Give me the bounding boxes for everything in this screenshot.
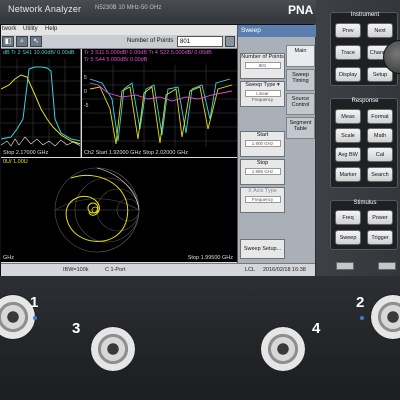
- analyzer-screen: twork Utility Help ◧ ⌕ ↖ Number of Point…: [0, 24, 316, 276]
- port-4-label: 4: [312, 320, 321, 337]
- group-title: Instrument: [350, 12, 380, 18]
- trace-footer-right: Stop 1.99500 GHz: [187, 255, 233, 261]
- cal-key[interactable]: Cal: [367, 147, 393, 162]
- port-2-led: [360, 316, 364, 320]
- port-2-label: 2: [356, 294, 365, 311]
- x-axis-type-softkey[interactable]: X Axis Type Frequency: [240, 187, 285, 213]
- trace-footer-left: GHz: [3, 255, 14, 261]
- marker-key[interactable]: Marker: [335, 167, 361, 182]
- zoom-icon[interactable]: ⌕: [16, 36, 28, 47]
- lcl-status: LCL: [245, 267, 256, 273]
- pna-logo: PNA: [288, 3, 314, 17]
- menu-item-utility[interactable]: Utility: [23, 26, 38, 32]
- group-title: Response: [351, 98, 379, 104]
- softkey-value: 801: [244, 62, 281, 69]
- prev-key[interactable]: Prev: [335, 23, 361, 38]
- tab-sweep-timing[interactable]: Sweep Timing: [286, 69, 315, 91]
- softkey-label: Sweep Type: [245, 82, 276, 88]
- meas-key[interactable]: Meas: [335, 109, 361, 124]
- port-3-label: 3: [72, 320, 81, 337]
- power-key[interactable]: Power: [367, 210, 393, 225]
- points-input[interactable]: 801: [177, 36, 223, 47]
- sweep-key[interactable]: Sweep: [335, 230, 361, 245]
- freq-key[interactable]: Freq: [335, 210, 361, 225]
- trace-footer: Stop 2.17000 GHz: [3, 150, 49, 156]
- keypad-icon[interactable]: [225, 36, 235, 47]
- port-3-connector[interactable]: [90, 326, 136, 372]
- scale-key[interactable]: Scale: [335, 128, 361, 143]
- trace-key[interactable]: Trace: [335, 45, 361, 60]
- softkey-label: Stop: [256, 160, 269, 166]
- avg-bw-key[interactable]: Avg BW: [335, 147, 361, 162]
- usb-port[interactable]: [378, 262, 396, 270]
- tab-source-control[interactable]: Source Control: [286, 93, 315, 115]
- softkey-label: Start: [256, 132, 269, 138]
- softkey-label: X Axis Type: [248, 188, 277, 194]
- status-bar: IBW=100k C 1-Port LCL 2016/02/18 16:38: [1, 263, 315, 276]
- bandwidth-status: IBW=100k: [63, 267, 89, 273]
- softkey-value: 1.995 GHz: [244, 168, 281, 175]
- menu-bar: twork Utility Help: [1, 25, 237, 35]
- number-of-points-softkey[interactable]: Number of Points 801: [240, 53, 285, 79]
- chevron-down-icon: ▾: [276, 82, 280, 88]
- svg-text:0: 0: [84, 89, 87, 95]
- port-panel: 1 3 4 2: [0, 276, 400, 400]
- display-key[interactable]: Display: [335, 67, 361, 82]
- trace-plot-1: [1, 59, 80, 147]
- svg-text:-5: -5: [84, 103, 89, 109]
- sweep-setup-softkey[interactable]: Sweep Setup...: [240, 239, 285, 259]
- toolbar-button[interactable]: ◧: [2, 36, 14, 47]
- port-4-connector[interactable]: [260, 326, 306, 372]
- trace-window-2[interactable]: Tr 3 S11 5.000dB/ 0.00dB Tr 4 S22 5.000d…: [82, 49, 237, 157]
- timestamp: 2016/02/18 16:38: [263, 267, 306, 273]
- sweep-type-softkey[interactable]: Sweep Type ▾ Linear Frequency: [240, 81, 285, 107]
- group-title: Stimulus: [353, 200, 377, 206]
- tab-segment-table[interactable]: Segment Table: [286, 117, 315, 139]
- smith-chart-window[interactable]: 0U/ 1.00U GHz Stop 1.99500 GHz: [1, 158, 237, 262]
- softkey-value: Linear Frequency: [244, 90, 281, 102]
- tab-main[interactable]: Main: [286, 45, 315, 67]
- trace-plot-2: 5 0 -5: [82, 65, 237, 147]
- search-key[interactable]: Search: [367, 167, 393, 182]
- stop-softkey[interactable]: Stop 1.995 GHz: [240, 159, 285, 185]
- network-analyzer-instrument: Network Analyzer N5230B 10 MHz-50 GHz PN…: [0, 0, 400, 400]
- stimulus-key-group: Stimulus Freq Power Sweep Trigger: [330, 200, 398, 250]
- cal-status: C 1-Port: [105, 267, 126, 273]
- cursor-icon[interactable]: ↖: [30, 36, 42, 47]
- smith-chart: [54, 167, 140, 253]
- trace-window-1[interactable]: dB Tr 2 S41 10.00dB/ 0.00dB Stop 2.17000…: [1, 49, 81, 157]
- trigger-key[interactable]: Trigger: [367, 230, 393, 245]
- toolbar: ◧ ⌕ ↖ Number of Points 801: [1, 35, 237, 49]
- port-2-connector[interactable]: [370, 294, 400, 340]
- start-softkey[interactable]: Start 1.900 GHz: [240, 131, 285, 157]
- math-key[interactable]: Math: [367, 128, 393, 143]
- front-panel-keys: Instrument Prev Next Trace Channel Displ…: [316, 0, 400, 280]
- port-1-label: 1: [30, 294, 39, 311]
- menu-item-help[interactable]: Help: [45, 26, 57, 32]
- model-label: N5230B 10 MHz-50 GHz: [95, 5, 162, 11]
- svg-text:5: 5: [84, 75, 87, 81]
- instrument-title: Network Analyzer: [8, 4, 82, 14]
- format-key[interactable]: Format: [367, 109, 393, 124]
- usb-port[interactable]: [336, 262, 354, 270]
- softkey-panel: Sweep Number of Points 801 Sweep Type ▾ …: [237, 25, 316, 263]
- softkey-header: Sweep: [238, 25, 316, 37]
- port-1-led: [33, 316, 37, 320]
- next-key[interactable]: Next: [367, 23, 393, 38]
- softkey-value: 1.900 GHz: [244, 140, 281, 147]
- response-key-group: Response Meas Format Scale Math Avg BW C…: [330, 98, 398, 188]
- softkey-value: Frequency: [244, 196, 281, 203]
- points-label: Number of Points: [127, 38, 174, 44]
- menu-item-network[interactable]: twork: [2, 26, 16, 32]
- trace-footer: Ch2 Start 1.92000 GHz Stop 2.02000 GHz: [84, 150, 188, 156]
- softkey-label: Number of Points: [241, 54, 284, 60]
